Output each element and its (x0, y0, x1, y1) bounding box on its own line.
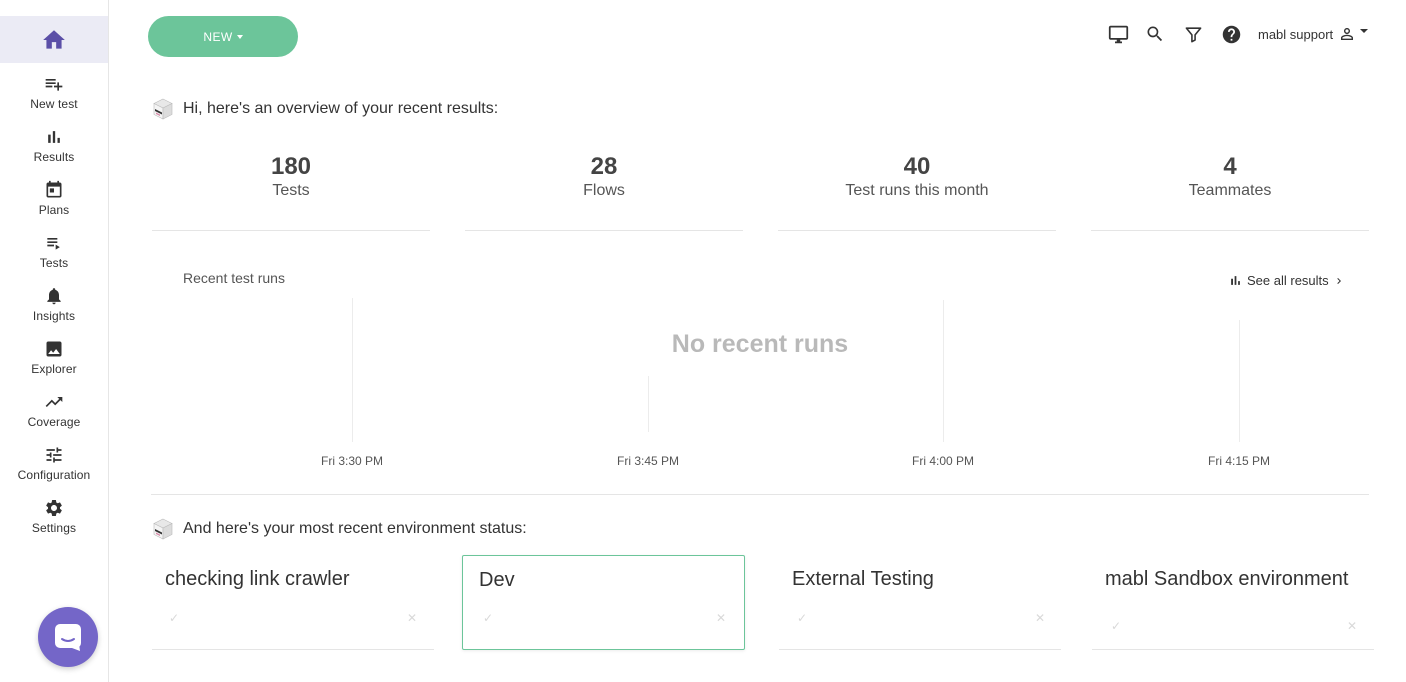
sidebar-item-plans[interactable]: Plans (0, 178, 108, 228)
close-icon: ✕ (715, 611, 726, 625)
chevron-down-icon (236, 34, 243, 39)
sidebar-item-new-test[interactable]: New test (0, 72, 108, 122)
environment-name: Dev (479, 569, 515, 591)
sidebar-item-results[interactable]: Results (0, 125, 108, 175)
filter-button[interactable] (1181, 23, 1205, 45)
chat-icon (55, 624, 81, 651)
divider (151, 494, 1369, 495)
stat-label: Flows (583, 182, 625, 199)
environment-heading: And here's your most recent environment … (151, 517, 527, 541)
sidebar-item-settings[interactable]: Settings (0, 496, 108, 546)
stat-value: 4 (1223, 153, 1237, 180)
monitor-button[interactable] (1106, 23, 1130, 45)
check-icon: ✓ (483, 611, 494, 625)
user-menu[interactable]: mabl support (1258, 24, 1369, 44)
overview-heading-text: Hi, here's an overview of your recent re… (183, 100, 499, 117)
sidebar-item-label: Configuration (17, 468, 91, 482)
close-icon: ✕ (406, 611, 417, 625)
stat-value: 180 (270, 153, 312, 180)
gear-icon (44, 498, 64, 518)
environment-card-selected[interactable]: Dev ✓ ✕ (462, 555, 745, 650)
image-icon (44, 339, 64, 359)
x-tick-label: Fri 4:15 PM (1207, 454, 1271, 468)
overview-heading: Hi, here's an overview of your recent re… (151, 97, 498, 121)
environment-name: External Testing (792, 568, 934, 590)
new-button[interactable]: NEW (148, 16, 298, 57)
stat-value: 28 (590, 153, 618, 180)
mabl-cube-icon (153, 98, 173, 120)
environment-name: checking link crawler (165, 568, 350, 590)
sidebar-item-label: Tests (39, 256, 69, 270)
new-button-label: NEW (203, 29, 233, 44)
chart-gridline (352, 298, 353, 442)
sidebar: New test Results Plans Tests Insights Ex… (0, 0, 109, 682)
chevron-right-icon (1336, 277, 1341, 284)
home-icon (43, 29, 65, 49)
x-tick-label: Fri 3:30 PM (320, 454, 384, 468)
chevron-down-icon (1360, 29, 1369, 33)
chat-launcher-button[interactable] (38, 607, 98, 667)
sidebar-item-label: Settings (31, 521, 77, 535)
user-icon (1341, 28, 1354, 40)
x-tick-label: Fri 4:00 PM (911, 454, 975, 468)
search-button[interactable] (1143, 23, 1167, 45)
check-icon: ✓ (169, 611, 180, 625)
see-all-results-link[interactable]: See all results (1228, 273, 1345, 288)
close-icon: ✕ (1034, 611, 1045, 625)
sidebar-item-label: Explorer (31, 362, 77, 376)
sidebar-item-label: Plans (38, 203, 70, 217)
check-icon: ✓ (1111, 619, 1122, 633)
chart-gridline (648, 376, 649, 432)
help-icon (1222, 25, 1240, 43)
sidebar-item-coverage[interactable]: Coverage (0, 390, 108, 440)
trending-up-icon (44, 392, 64, 412)
bar-chart-icon (44, 127, 64, 147)
sidebar-item-configuration[interactable]: Configuration (0, 443, 108, 493)
filter-icon (1185, 26, 1201, 42)
mabl-cube-icon (153, 518, 173, 540)
environment-card[interactable]: mabl Sandbox environment ✓ ✕ (1092, 555, 1374, 650)
stat-label: Teammates (1188, 182, 1272, 199)
user-name: mabl support (1258, 26, 1334, 42)
chart-gridline (943, 300, 944, 442)
sidebar-item-insights[interactable]: Insights (0, 284, 108, 334)
search-icon (1147, 26, 1163, 42)
environment-card[interactable]: checking link crawler ✓ ✕ (152, 555, 434, 650)
environment-name: mabl Sandbox environment (1105, 568, 1349, 590)
bar-chart-icon (1231, 276, 1240, 285)
stat-teammates[interactable]: 4 Teammates (1091, 150, 1369, 231)
bell-icon (44, 286, 64, 306)
empty-chart-message: No recent runs (671, 330, 849, 358)
sidebar-item-tests[interactable]: Tests (0, 231, 108, 281)
stat-test-runs[interactable]: 40 Test runs this month (778, 150, 1056, 231)
sliders-icon (44, 445, 64, 465)
stat-value: 40 (903, 153, 931, 180)
calendar-icon (44, 180, 64, 200)
environment-card[interactable]: External Testing ✓ ✕ (779, 555, 1061, 650)
playlist-add-icon (44, 74, 64, 94)
sidebar-item-home[interactable] (0, 16, 108, 63)
sidebar-item-label: Coverage (27, 415, 81, 429)
close-icon: ✕ (1346, 619, 1357, 633)
environment-heading-text: And here's your most recent environment … (183, 520, 527, 537)
chart-title: Recent test runs (183, 270, 285, 286)
chart-gridline (1239, 320, 1240, 442)
monitor-icon (1108, 25, 1128, 43)
stat-flows[interactable]: 28 Flows (465, 150, 743, 231)
help-button[interactable] (1219, 23, 1243, 45)
sidebar-item-label: Insights (32, 309, 76, 323)
sidebar-item-explorer[interactable]: Explorer (0, 337, 108, 387)
stat-label: Tests (272, 182, 310, 199)
sidebar-item-label: Results (33, 150, 75, 164)
x-tick-label: Fri 3:45 PM (616, 454, 680, 468)
stat-tests[interactable]: 180 Tests (152, 150, 430, 231)
stat-label: Test runs this month (845, 182, 989, 199)
playlist-play-icon (44, 233, 64, 253)
see-all-results-label: See all results (1247, 273, 1329, 288)
sidebar-item-label: New test (30, 97, 78, 111)
check-icon: ✓ (797, 611, 808, 625)
